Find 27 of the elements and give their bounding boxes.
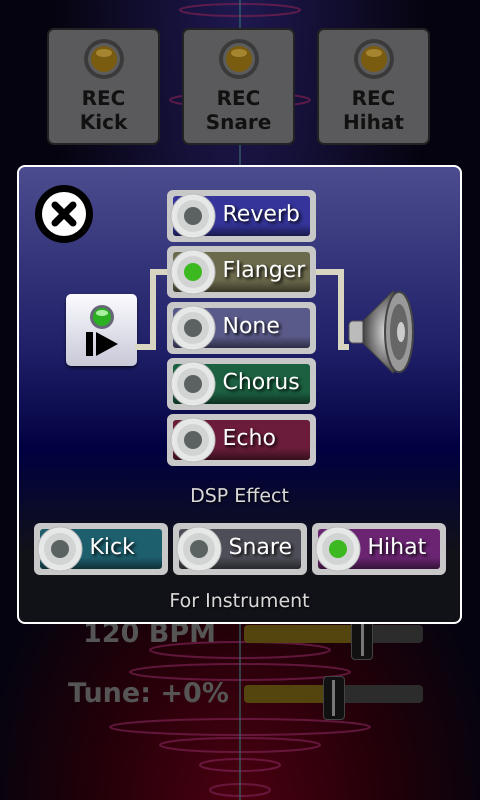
toggle-button[interactable]: None <box>166 302 316 354</box>
led-icon <box>88 304 114 330</box>
led-icon <box>168 304 216 352</box>
led-icon <box>218 38 260 80</box>
toggle-button[interactable]: Flanger <box>166 246 316 298</box>
toggle-button[interactable]: Hihat <box>312 522 446 574</box>
toggle-button[interactable]: Chorus <box>166 358 316 410</box>
led-icon <box>82 38 124 80</box>
close-icon <box>40 190 88 238</box>
led-icon <box>174 524 222 572</box>
play-icon <box>86 332 118 356</box>
toggle-button[interactable]: Kick <box>34 522 168 574</box>
led-icon <box>168 416 216 464</box>
dsp-effect-caption: DSP Effect <box>190 484 289 509</box>
led-icon <box>36 524 84 572</box>
led-icon <box>168 248 216 296</box>
toggle-button[interactable]: Snare <box>172 522 306 574</box>
slider-thumb[interactable] <box>322 676 344 720</box>
toggle-button[interactable]: Reverb <box>166 190 316 242</box>
led-icon <box>168 192 216 240</box>
led-icon <box>352 38 394 80</box>
toggle-button[interactable]: Echo <box>166 414 316 466</box>
slider-label: Tune: +0% <box>68 677 230 711</box>
led-icon <box>168 360 216 408</box>
play-button[interactable] <box>66 294 137 366</box>
led-icon <box>314 524 362 572</box>
instrument-caption: For Instrument <box>169 588 310 614</box>
